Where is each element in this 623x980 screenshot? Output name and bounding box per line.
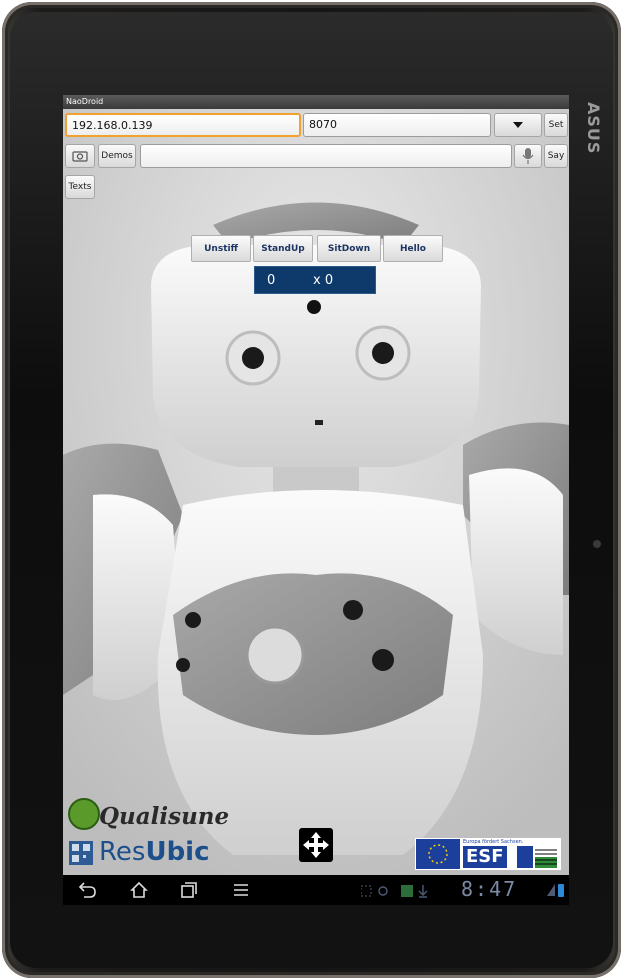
port-input[interactable]: 8070 [303, 113, 491, 137]
esf-text: ESF [463, 846, 507, 868]
move-button[interactable] [299, 828, 333, 862]
move-arrows-icon [303, 832, 329, 858]
esf-logo: Europa fördert Sachsen. ESF [415, 838, 561, 870]
qr-code-icon [69, 841, 93, 865]
battery-icon [547, 884, 564, 897]
unstiff-button[interactable]: Unstiff [191, 235, 251, 262]
demos-button[interactable]: Demos [98, 144, 136, 168]
say-text-input[interactable] [140, 144, 512, 168]
esf-tagline: Europa fördert Sachsen. [463, 839, 524, 845]
app-screen: NaoDroid 192.168.0.139 8070 Set Demos Sa… [63, 95, 569, 905]
recent-apps-icon[interactable] [180, 881, 198, 899]
qualisune-text: Qualisune [99, 803, 230, 830]
menu-icon[interactable] [233, 882, 249, 898]
tablet-camera-dot [593, 540, 601, 548]
texts-button[interactable]: Texts [65, 175, 95, 199]
home-icon[interactable] [130, 881, 148, 899]
sitdown-button[interactable]: SitDown [317, 235, 381, 262]
microphone-icon [522, 148, 534, 164]
app-title-bar: NaoDroid [63, 95, 569, 109]
resubic-text: ResUbic [99, 837, 210, 867]
camera-icon [72, 151, 88, 162]
back-icon[interactable] [78, 881, 98, 899]
microphone-button[interactable] [514, 144, 542, 168]
dropdown-arrow-icon [513, 122, 523, 128]
globe-icon [68, 798, 100, 830]
standup-button[interactable]: StandUp [253, 235, 313, 262]
status-icons [361, 885, 428, 898]
hello-button[interactable]: Hello [383, 235, 443, 262]
resubic-logo: ResUbic [69, 837, 219, 871]
set-button[interactable]: Set [544, 113, 568, 137]
robot-image [63, 95, 569, 875]
camera-button[interactable] [65, 144, 95, 168]
counter-display: 0 x 0 [254, 266, 376, 294]
brand-logo: ASUS [584, 102, 603, 155]
saxony-flag-icon [517, 846, 557, 868]
counter-left-value: 0 [267, 273, 276, 288]
system-nav-bar: 8:47 [63, 875, 569, 905]
eu-flag-icon [416, 839, 460, 869]
say-button[interactable]: Say [544, 144, 568, 168]
ip-address-input[interactable]: 192.168.0.139 [65, 113, 301, 137]
dropdown-button[interactable] [494, 113, 542, 137]
counter-right-value: x 0 [313, 273, 334, 288]
status-clock: 8:47 [461, 877, 518, 901]
qualisune-logo: Qualisune [67, 795, 229, 835]
